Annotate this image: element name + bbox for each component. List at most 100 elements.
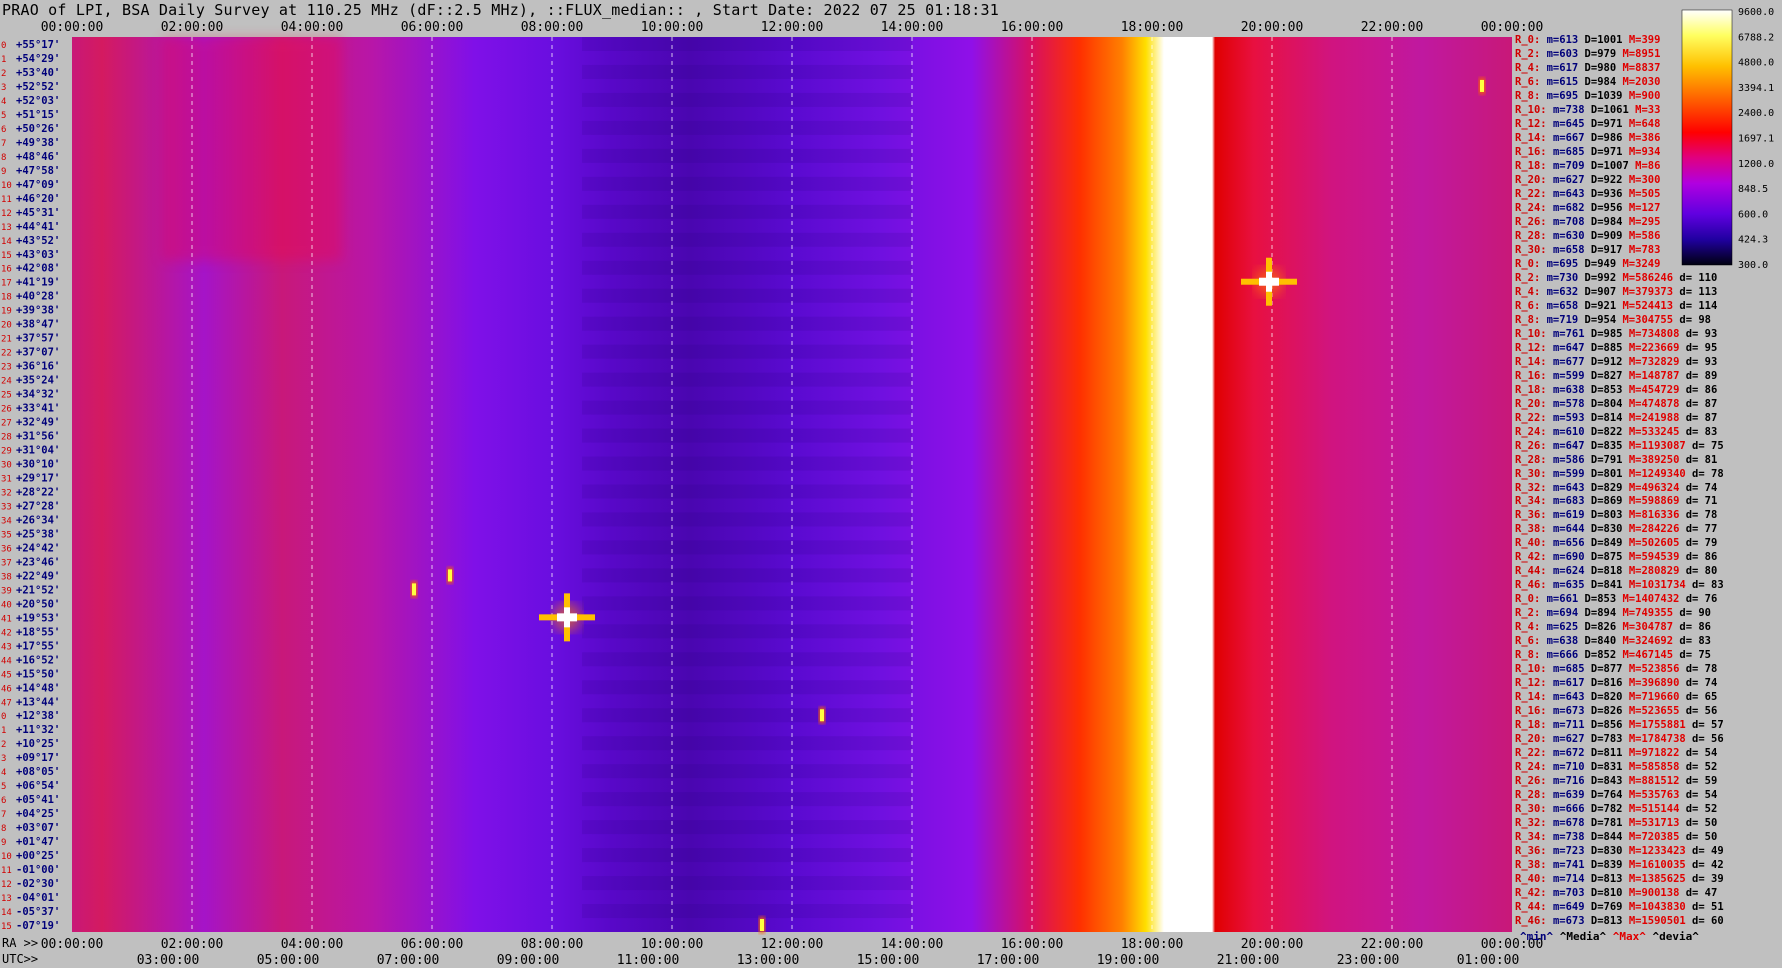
dec-label: +01°47' (16, 836, 60, 848)
stats-m-max: M=1610035 (1628, 859, 1693, 872)
stats-d: d= 110 (1679, 271, 1724, 284)
stats-d-median: D=909 (1590, 229, 1629, 242)
radio-source (819, 707, 825, 724)
stats-r: R_42: (1515, 887, 1553, 900)
stats-m: m=723 (1552, 845, 1591, 858)
stats-row: R_6: m=615 D=984 M=2030 (1515, 75, 1667, 89)
row-stripe (582, 596, 912, 611)
bottom-utc-tick-label: 11:00:00 (617, 953, 680, 968)
stats-row: R_28: m=639 D=764 M=535763 d= 54 (1515, 788, 1724, 802)
stats-r: R_2: (1515, 47, 1547, 60)
stats-row: R_24: m=610 D=822 M=533245 d= 83 (1515, 425, 1724, 439)
stats-r: R_2: (1515, 271, 1547, 284)
stats-d-median: D=830 (1590, 523, 1629, 536)
stats-row: R_22: m=593 D=814 M=241988 d= 87 (1515, 411, 1724, 425)
dec-label: +09°17' (16, 752, 60, 764)
stats-row: R_14: m=667 D=986 M=386 (1515, 131, 1667, 145)
stats-m: m=627 (1552, 173, 1591, 186)
stats-m-max: M=2030 (1622, 75, 1667, 88)
stats-row: R_30: m=658 D=917 M=783 (1515, 243, 1667, 257)
stats-row: R_18: m=638 D=853 M=454729 d= 86 (1515, 383, 1724, 397)
stats-d-median: D=921 (1584, 299, 1623, 312)
stats-m: m=716 (1552, 775, 1591, 788)
dec-label: +13°44' (16, 696, 60, 708)
bottom-utc-tick-label: 03:00:00 (137, 953, 200, 968)
stats-m: m=599 (1552, 369, 1591, 382)
stats-row: R_0: m=661 D=853 M=1407432 d= 76 (1515, 592, 1724, 606)
stats-m: m=635 (1552, 579, 1591, 592)
stats-m-max: M=148787 (1628, 369, 1686, 382)
stats-row: R_26: m=708 D=984 M=295 (1515, 215, 1667, 229)
dec-label: +17°55' (16, 640, 60, 652)
stats-m-max: M=900138 (1628, 887, 1686, 900)
dec-row-index: 0 (1, 712, 6, 722)
stats-m-max: M=295 (1628, 215, 1667, 228)
footer-median: ^Media^ (1559, 930, 1607, 943)
dec-row-index: 7 (1, 139, 6, 149)
top-tick-label: 12:00:00 (761, 20, 824, 35)
dec-row-index: 24 (1, 377, 12, 387)
stats-d: d= 65 (1685, 691, 1724, 704)
stats-d-median: D=971 (1590, 117, 1629, 130)
row-stripe (582, 316, 912, 331)
stats-m: m=638 (1552, 383, 1591, 396)
stats-m: m=709 (1552, 159, 1591, 172)
stats-m: m=617 (1552, 677, 1591, 690)
stats-m-max: M=127 (1628, 201, 1667, 214)
dec-row-index: 6 (1, 125, 6, 135)
bottom-ra-tick-label: 22:00:00 (1361, 937, 1424, 952)
dec-label: +12°38' (16, 710, 60, 722)
dec-row-index: 30 (1, 461, 12, 471)
dec-label: +35°24' (16, 375, 60, 387)
stats-r: R_16: (1515, 369, 1553, 382)
stats-m-max: M=648 (1628, 117, 1667, 130)
stats-m: m=647 (1552, 341, 1591, 354)
stats-r: R_44: (1515, 901, 1553, 914)
stats-r: R_16: (1515, 705, 1553, 718)
row-stripe (582, 428, 912, 443)
dec-label: +31°04' (16, 445, 60, 457)
radio-source (411, 581, 417, 598)
stats-row: R_34: m=683 D=869 M=598869 d= 71 (1515, 494, 1724, 508)
stats-m-max: M=533245 (1628, 425, 1686, 438)
dec-label: +54°29' (16, 53, 60, 65)
stats-d-median: D=826 (1584, 621, 1623, 634)
dec-label: -07°19' (16, 920, 60, 932)
stats-m-max: M=524413 (1622, 299, 1680, 312)
stats-row: R_16: m=599 D=827 M=148787 d= 89 (1515, 369, 1724, 383)
dec-row-index: 5 (1, 782, 6, 792)
stats-r: R_18: (1515, 383, 1553, 396)
stats-m-max: M=586246 (1622, 271, 1680, 284)
footer-deviation: ^devia^ (1652, 930, 1699, 943)
stats-r: R_32: (1515, 817, 1553, 830)
stats-d: d= 56 (1692, 733, 1730, 746)
stats-row: R_38: m=644 D=830 M=284226 d= 77 (1515, 522, 1724, 536)
dec-row-index: 15 (1, 922, 12, 932)
row-stripe (582, 120, 912, 135)
stats-m-max: M=86 (1635, 159, 1667, 172)
dec-row-index: 45 (1, 670, 12, 680)
stats-d-median: D=979 (1584, 47, 1623, 60)
dec-row-index: 14 (1, 237, 12, 247)
stats-r: R_0: (1515, 34, 1547, 46)
stats-r: R_46: (1515, 579, 1553, 592)
stats-d: d= 81 (1685, 453, 1724, 466)
stats-d-median: D=804 (1590, 397, 1629, 410)
stats-m: m=690 (1552, 551, 1591, 564)
stats-m-max: M=523655 (1628, 705, 1686, 718)
dec-label: +25°38' (16, 528, 60, 540)
bottom-utc-tick-label: 17:00:00 (977, 953, 1040, 968)
row-stripe (582, 568, 912, 583)
stats-d-median: D=813 (1590, 915, 1629, 928)
stats-m-max: M=934 (1628, 145, 1667, 158)
top-tick-label: 18:00:00 (1121, 20, 1184, 35)
stats-m-max: M=399 (1628, 34, 1667, 46)
stats-m: m=672 (1552, 747, 1591, 760)
dec-row-index: 44 (1, 656, 12, 666)
stats-m: m=656 (1552, 537, 1591, 550)
dec-label: +05°41' (16, 794, 60, 806)
stats-row: R_2: m=730 D=992 M=586246 d= 110 (1515, 271, 1724, 285)
stats-r: R_30: (1515, 243, 1553, 256)
stats-d: d= 50 (1685, 831, 1724, 844)
stats-d: d= 87 (1685, 411, 1724, 424)
